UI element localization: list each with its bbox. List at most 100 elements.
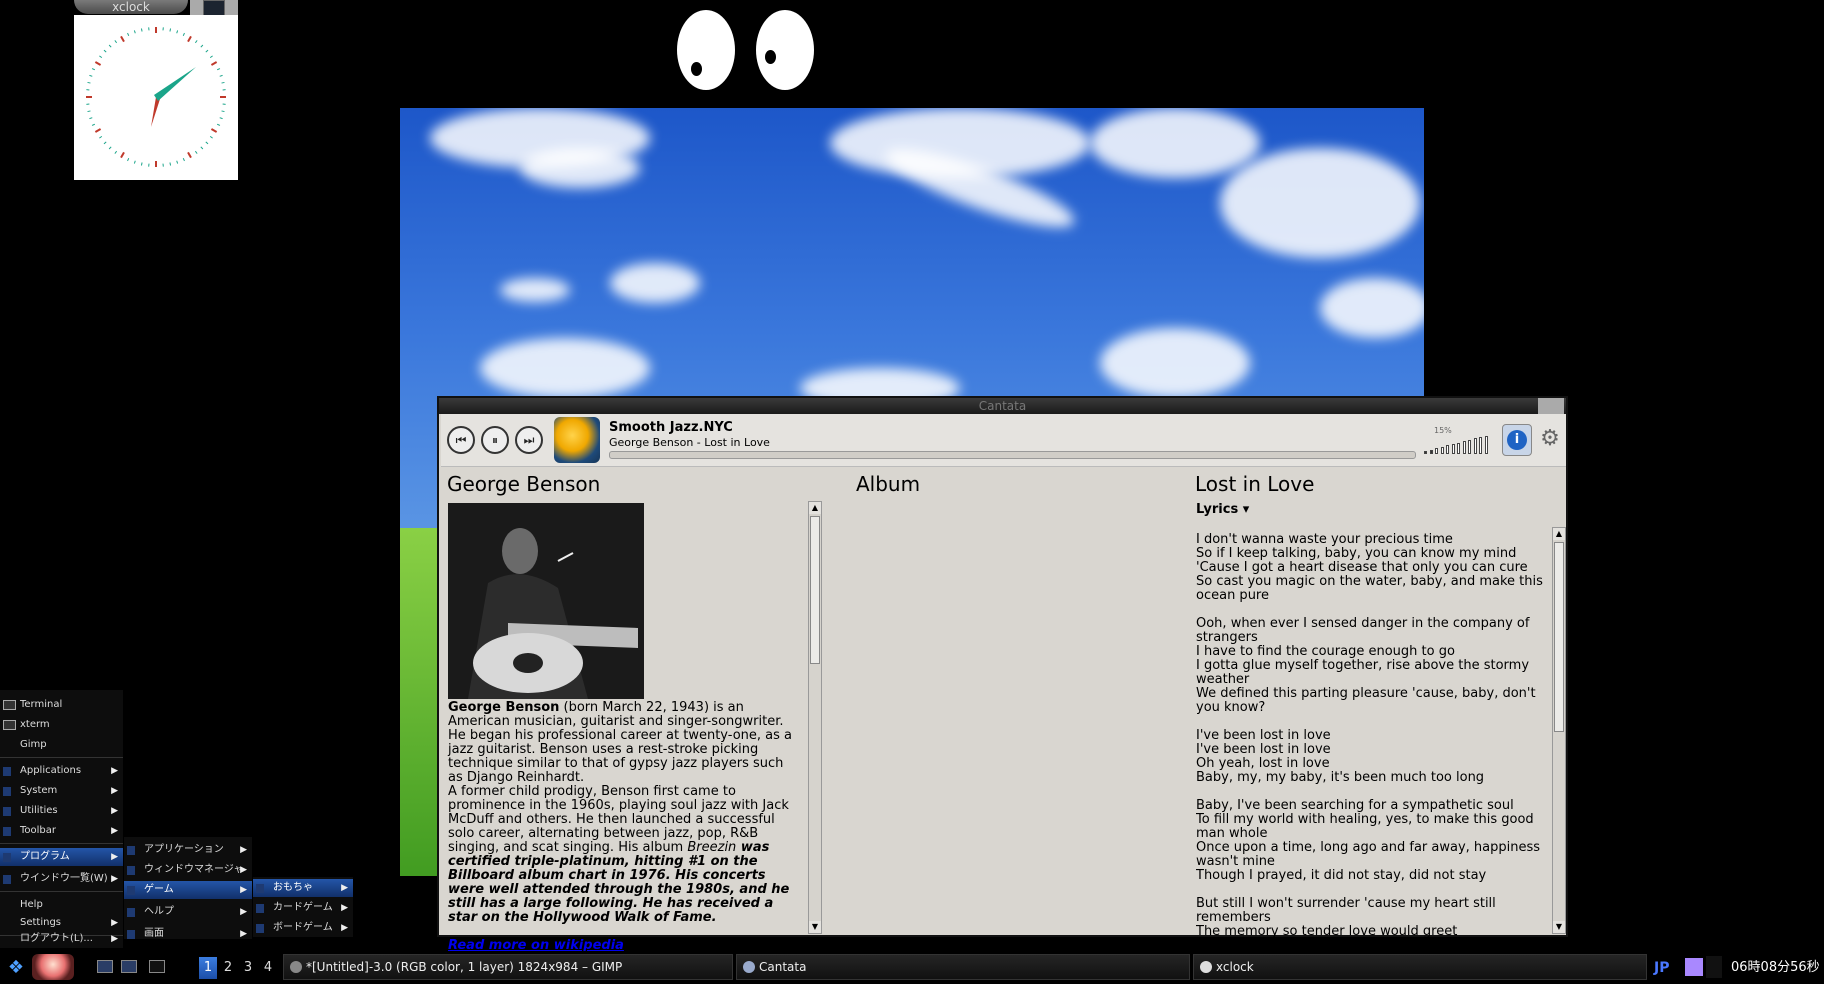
task-gimp[interactable]: *[Untitled]-3.0 (RGB color, 1 layer) 182…	[283, 954, 733, 980]
volume-slider[interactable]	[1424, 434, 1494, 454]
menu-item-label: アプリケーション	[144, 844, 224, 855]
menu-separator	[0, 843, 123, 844]
volume-bar	[1446, 445, 1449, 454]
chevron-right-icon: ▶	[111, 826, 118, 836]
submenu-help[interactable]: ヘルプ ▶	[124, 903, 252, 921]
clock-tick	[176, 30, 179, 34]
task-cantata[interactable]: Cantata	[736, 954, 1190, 980]
xclock-face	[74, 15, 238, 180]
volume-bar	[1429, 449, 1433, 454]
clock-tick	[87, 81, 91, 84]
menu-system[interactable]: System ▶	[0, 782, 123, 800]
cantata-window-button[interactable]	[1538, 398, 1564, 414]
submenu-toys[interactable]: おもちゃ ▶	[253, 879, 353, 897]
start-menu-icon[interactable]: ❖	[4, 957, 28, 979]
clock-tick	[176, 160, 179, 164]
xeyes-left-pupil	[691, 62, 702, 76]
clock-tick	[133, 160, 136, 164]
menu-item-label: ヘルプ	[144, 906, 174, 917]
submenu-window-manager[interactable]: ウィンドウマネージャ ▶	[124, 861, 252, 879]
lyrics-selector[interactable]: Lyrics ▾	[1196, 502, 1249, 517]
lyrics-text: I don't wanna waste your precious time S…	[1196, 533, 1543, 938]
menu-bullet-icon	[127, 886, 135, 895]
programs-submenu: アプリケーション ▶ ウィンドウマネージャ ▶ ゲーム ▶ ヘルプ ▶ 画面 ▶	[124, 837, 252, 939]
menu-terminal[interactable]: Terminal	[0, 696, 123, 714]
clock-tick	[200, 146, 204, 150]
chevron-right-icon: ▶	[240, 907, 247, 917]
chevron-right-icon: ▶	[111, 852, 118, 862]
ime-mode-icon[interactable]	[1685, 958, 1703, 976]
menu-utilities[interactable]: Utilities ▶	[0, 802, 123, 820]
menu-help[interactable]: Help	[0, 896, 123, 914]
scroll-down-icon[interactable]: ▼	[1553, 921, 1565, 933]
clock-tick	[91, 68, 95, 71]
scroll-down-icon[interactable]: ▼	[809, 921, 821, 933]
pause-button[interactable]: ⏸	[481, 426, 509, 454]
clock-tick	[210, 128, 218, 133]
scroll-up-icon[interactable]: ▲	[1553, 528, 1565, 540]
show-desktop-icon[interactable]	[97, 960, 113, 973]
submenu-applications[interactable]: アプリケーション ▶	[124, 841, 252, 859]
submenu-board-games[interactable]: ボードゲーム ▶	[253, 919, 353, 937]
clock-tick	[94, 61, 102, 66]
clock-tick	[194, 40, 198, 44]
track-progress-slider[interactable]	[609, 451, 1416, 459]
workspace-1[interactable]: 1	[199, 957, 217, 979]
gear-icon[interactable]: ⚙	[1538, 427, 1562, 451]
workspace-4[interactable]: 4	[259, 957, 277, 979]
lyrics-scrollbar[interactable]: ▲ ▼	[1552, 527, 1566, 934]
menu-item-label: おもちゃ	[273, 882, 313, 893]
submenu-card-games[interactable]: カードゲーム ▶	[253, 899, 353, 917]
xclock-close-button[interactable]	[203, 0, 225, 16]
menu-item-label: System	[20, 785, 58, 796]
menu-xterm[interactable]: xterm	[0, 716, 123, 734]
tray-icon[interactable]	[1706, 956, 1722, 978]
menu-gimp[interactable]: Gimp	[0, 736, 123, 754]
submenu-games[interactable]: ゲーム ▶	[124, 881, 252, 899]
xclock-title[interactable]: xclock	[74, 0, 188, 14]
workspace-3[interactable]: 3	[239, 957, 257, 979]
scroll-up-icon[interactable]: ▲	[809, 502, 821, 514]
info-button[interactable]: i	[1502, 424, 1532, 456]
menu-bullet-icon	[3, 875, 11, 884]
lyrics-scroll-thumb[interactable]	[1554, 542, 1564, 732]
now-playing-station: Smooth Jazz.NYC	[609, 420, 733, 435]
clock-tick	[120, 35, 125, 43]
clock-tick	[103, 49, 107, 53]
menu-bullet-icon	[256, 884, 264, 893]
artist-scrollbar[interactable]: ▲ ▼	[808, 501, 822, 934]
previous-track-button[interactable]: ⏮	[447, 426, 475, 454]
task-xclock[interactable]: xclock	[1193, 954, 1647, 980]
xeyes-right-eye	[756, 10, 814, 90]
chevron-right-icon: ▶	[341, 903, 348, 913]
menu-item-label: ウインドウ一覧(W)	[20, 873, 108, 884]
workspace-2[interactable]: 2	[219, 957, 237, 979]
menu-logout[interactable]: ログアウト(L)... ▶	[0, 930, 123, 948]
xeyes-right-pupil	[765, 50, 776, 64]
ime-indicator[interactable]: JP	[1654, 958, 1680, 978]
menu-toolbar[interactable]: Toolbar ▶	[0, 822, 123, 840]
menu-window-list[interactable]: ウインドウ一覧(W) ▶	[0, 870, 123, 888]
menu-item-label: ウィンドウマネージャ	[144, 864, 244, 875]
cantata-titlebar[interactable]: Cantata	[439, 398, 1566, 414]
next-track-button[interactable]: ⏭	[515, 426, 543, 454]
terminal-launcher-icon[interactable]	[121, 960, 137, 973]
gimp-icon	[290, 961, 302, 973]
menu-bullet-icon	[127, 846, 135, 855]
menu-bullet-icon	[3, 827, 11, 836]
menu-bullet-icon	[3, 767, 11, 776]
menu-applications[interactable]: Applications ▶	[0, 762, 123, 780]
chevron-right-icon: ▶	[111, 766, 118, 776]
window-list-icon[interactable]	[149, 960, 165, 973]
avatar[interactable]	[32, 954, 74, 980]
album-heading: Album	[856, 472, 921, 496]
artist-photo	[448, 503, 644, 699]
info-icon: i	[1507, 430, 1527, 450]
menu-programs[interactable]: プログラム ▶	[0, 848, 123, 866]
volume-bar	[1435, 448, 1438, 454]
artist-scroll-thumb[interactable]	[810, 516, 820, 664]
stream-cover-icon[interactable]	[554, 417, 600, 463]
minute-hand	[154, 67, 196, 101]
submenu-screen[interactable]: 画面 ▶	[124, 925, 252, 943]
menu-item-label: Help	[20, 899, 43, 910]
